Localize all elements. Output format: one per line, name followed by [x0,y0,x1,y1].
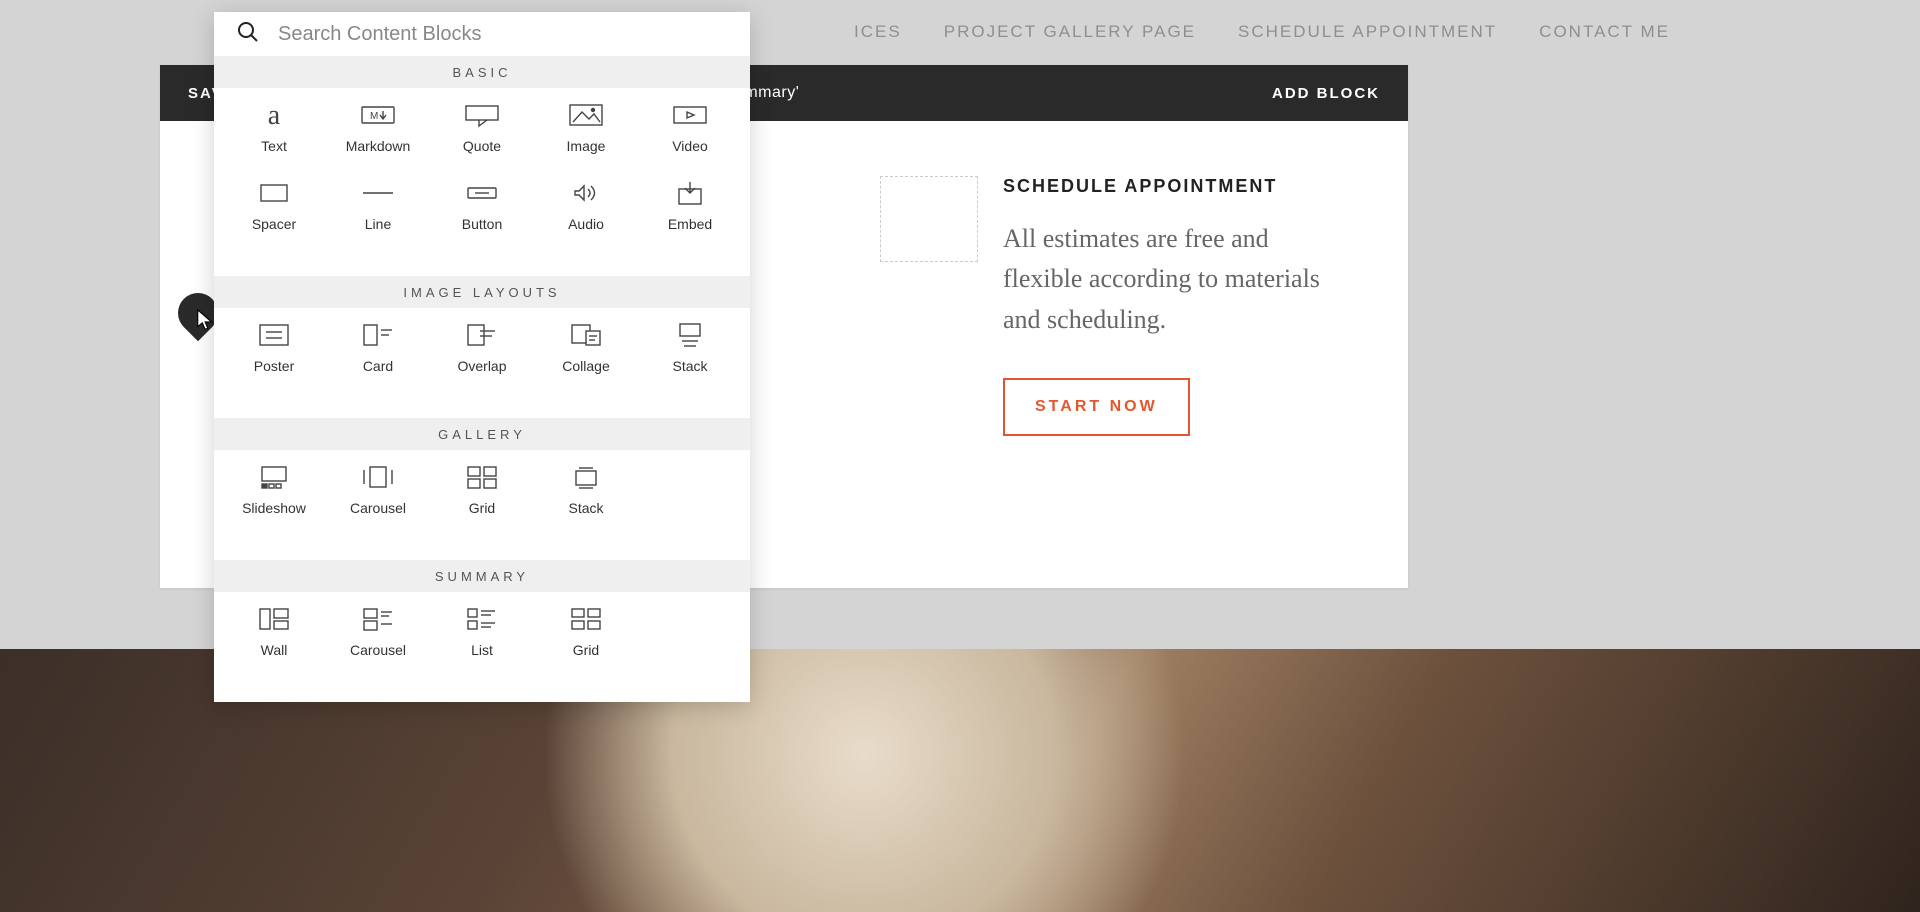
block-option-label: Embed [668,216,712,232]
block-option-markdown[interactable]: M Markdown [326,102,430,180]
block-option-label: Grid [469,500,495,516]
content-column: SCHEDULE APPOINTMENT All estimates are f… [1003,176,1353,436]
block-option-grid[interactable]: Grid [430,464,534,542]
s-grid-icon [569,606,603,632]
block-option-poster[interactable]: Poster [222,322,326,400]
block-grid: a Text M Markdown Quote Image Video Spacer Line B… [214,88,750,276]
block-option-overlap[interactable]: Overlap [430,322,534,400]
block-option-video[interactable]: Video [638,102,742,180]
s-carousel-icon [361,606,395,632]
section-header: IMAGE LAYOUTS [214,276,750,308]
block-option-label: Stack [672,358,707,374]
section-header: SUMMARY [214,560,750,592]
section-body: All estimates are free and flexible acco… [1003,219,1353,340]
block-picker-panel: BASIC a Text M Markdown Quote Image Video Spacer… [214,12,750,702]
search-input[interactable] [278,23,728,46]
block-option-label: Video [672,138,708,154]
block-grid: Wall Carousel List Grid [214,592,750,702]
stacklayout-icon [673,322,707,348]
list-icon [465,606,499,632]
embed-icon [673,180,707,206]
block-option-stack[interactable]: Stack [534,464,638,542]
add-block-button[interactable]: ADD BLOCK [1272,85,1380,102]
block-option-label: Card [363,358,393,374]
image-icon [569,102,603,128]
block-option-carousel[interactable]: Carousel [326,606,430,684]
block-option-label: Grid [573,642,599,658]
slideshow-icon [257,464,291,490]
block-option-embed[interactable]: Embed [638,180,742,258]
block-option-label: Line [365,216,391,232]
block-option-label: Quote [463,138,501,154]
section-header: GALLERY [214,418,750,450]
block-option-wall[interactable]: Wall [222,606,326,684]
block-option-card[interactable]: Card [326,322,430,400]
block-option-label: Overlap [457,358,506,374]
line-icon [361,180,395,206]
block-option-stack[interactable]: Stack [638,322,742,400]
overlap-icon [465,322,499,348]
block-option-label: List [471,642,493,658]
poster-icon [257,322,291,348]
block-option-label: Markdown [346,138,411,154]
block-option-list[interactable]: List [430,606,534,684]
block-option-audio[interactable]: Audio [534,180,638,258]
markdown-icon: M [361,102,395,128]
block-option-label: Spacer [252,216,296,232]
text-icon: a [257,102,291,128]
block-option-label: Text [261,138,287,154]
block-option-collage[interactable]: Collage [534,322,638,400]
cta-button[interactable]: START NOW [1003,378,1190,436]
block-option-button[interactable]: Button [430,180,534,258]
nav-item[interactable]: ICES [854,22,902,42]
button-icon [465,180,499,206]
block-option-label: Button [462,216,502,232]
search-row [214,12,750,56]
block-option-label: Poster [254,358,294,374]
audio-icon [569,180,603,206]
block-option-grid[interactable]: Grid [534,606,638,684]
block-option-label: Audio [568,216,604,232]
video-icon [673,102,707,128]
card-icon [361,322,395,348]
nav-item[interactable]: CONTACT ME [1539,22,1670,42]
svg-text:a: a [268,100,281,130]
carousel-icon [361,464,395,490]
block-option-carousel[interactable]: Carousel [326,464,430,542]
spacer-icon [257,180,291,206]
block-option-label: Carousel [350,642,406,658]
block-option-label: Collage [562,358,609,374]
stack-icon [569,464,603,490]
block-option-line[interactable]: Line [326,180,430,258]
block-option-label: Image [567,138,606,154]
quote-icon [465,102,499,128]
block-option-spacer[interactable]: Spacer [222,180,326,258]
svg-text:M: M [370,111,378,122]
nav-item[interactable]: SCHEDULE APPOINTMENT [1238,22,1497,42]
block-option-label: Wall [261,642,288,658]
cursor-icon [195,308,217,334]
collage-icon [569,322,603,348]
block-option-quote[interactable]: Quote [430,102,534,180]
section-heading: SCHEDULE APPOINTMENT [1003,176,1353,197]
block-option-label: Stack [568,500,603,516]
block-option-label: Carousel [350,500,406,516]
block-option-slideshow[interactable]: Slideshow [222,464,326,542]
block-option-label: Slideshow [242,500,306,516]
block-option-text[interactable]: a Text [222,102,326,180]
nav-item[interactable]: PROJECT GALLERY PAGE [944,22,1196,42]
block-option-image[interactable]: Image [534,102,638,180]
image-placeholder[interactable] [880,176,978,262]
block-grid: Slideshow Carousel Grid Stack [214,450,750,560]
grid4-icon [465,464,499,490]
search-icon [236,20,260,49]
wall-icon [257,606,291,632]
block-grid: Poster Card Overlap Collage Stack [214,308,750,418]
section-header: BASIC [214,56,750,88]
